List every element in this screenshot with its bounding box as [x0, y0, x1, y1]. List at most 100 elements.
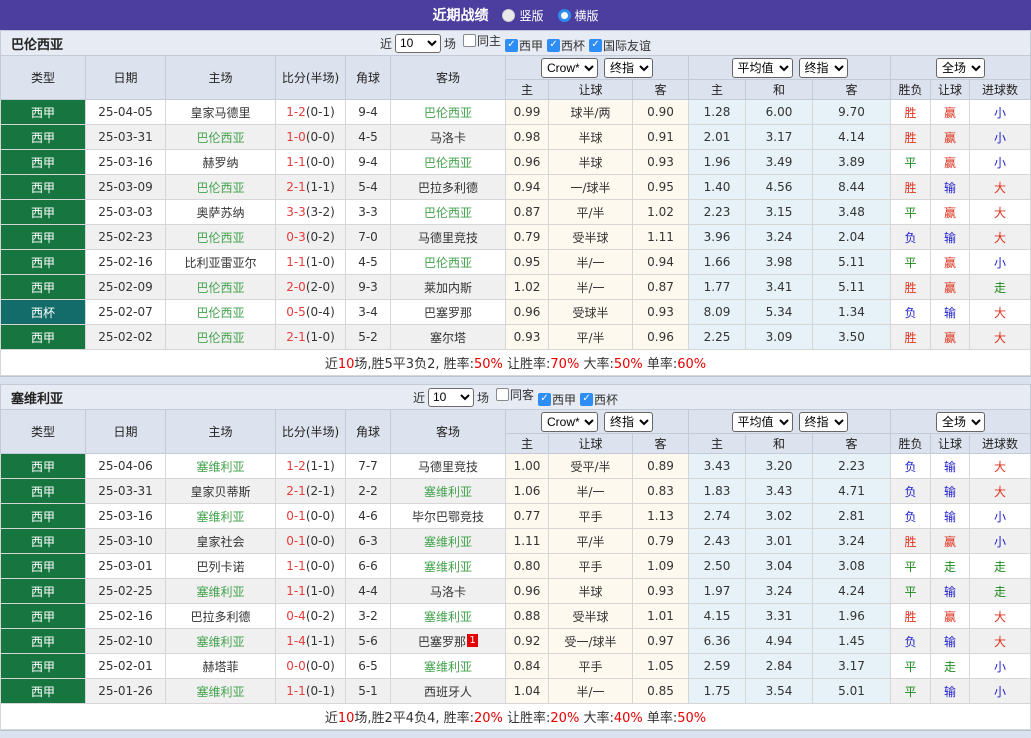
- radio-horizontal-layout[interactable]: 横版: [558, 7, 599, 24]
- crow-handicap-cell: 平手: [549, 504, 633, 529]
- home-team-cell: 皇家贝蒂斯: [166, 479, 276, 504]
- result-handicap-cell: 输: [931, 504, 970, 529]
- away-team-cell: 巴伦西亚: [391, 250, 506, 275]
- date-cell: 25-02-16: [86, 604, 166, 629]
- filter-checkbox-国际友谊[interactable]: ✓国际友谊: [589, 37, 651, 54]
- date-cell: 25-03-01: [86, 554, 166, 579]
- result-goals-cell: 小: [970, 679, 1031, 704]
- avg-home-odds-cell: 1.40: [689, 175, 746, 200]
- avg-draw-odds-cell: 3.54: [746, 679, 813, 704]
- average-stage-select[interactable]: 终指: [799, 58, 848, 78]
- checkbox-checked-icon[interactable]: ✓: [580, 393, 593, 406]
- result-handicap-cell: 输: [931, 629, 970, 654]
- away-team-cell: 毕尔巴鄂竞技: [391, 504, 506, 529]
- summary-segment: 20%: [550, 711, 579, 726]
- summary-text: 近10场,胜2平4负4, 胜率:20% 让胜率:20% 大率:40% 单率:50…: [325, 711, 706, 726]
- average-select[interactable]: 平均值: [732, 58, 793, 78]
- filter-checkbox-西杯[interactable]: ✓西杯: [580, 391, 618, 408]
- avg-away-odds-cell: 9.70: [813, 100, 891, 125]
- filter-checkbox-西甲[interactable]: ✓西甲: [505, 37, 543, 54]
- odds-stage-select[interactable]: 终指: [604, 58, 653, 78]
- avg-draw-odds-cell: 3.31: [746, 604, 813, 629]
- score-cell: 2-0(2-0): [276, 275, 346, 300]
- avg-home-odds-cell: 2.01: [689, 125, 746, 150]
- crow-handicap-cell: 半球: [549, 125, 633, 150]
- crow-home-odds-cell: 0.77: [506, 504, 549, 529]
- score-cell: 0-4(0-2): [276, 604, 346, 629]
- match-row: 西甲25-03-03奥萨苏纳3-3(3-2)3-3巴伦西亚0.87平/半1.02…: [1, 200, 1031, 225]
- crow-home-odds-cell: 0.88: [506, 604, 549, 629]
- result-handicap-cell: 走: [931, 654, 970, 679]
- filter-checkbox-西杯[interactable]: ✓西杯: [547, 37, 585, 54]
- fulltime-select[interactable]: 全场: [936, 58, 985, 78]
- avg-draw-odds-cell: 4.56: [746, 175, 813, 200]
- average-select[interactable]: 平均值: [732, 412, 793, 432]
- away-team-name: 巴塞罗那: [418, 635, 466, 649]
- fulltime-select[interactable]: 全场: [936, 412, 985, 432]
- checkbox-unchecked-icon[interactable]: [463, 34, 476, 47]
- checkbox-checked-icon[interactable]: ✓: [547, 39, 560, 52]
- odds-stage-select[interactable]: 终指: [604, 412, 653, 432]
- filter-checkbox-同客[interactable]: 同客: [496, 386, 534, 403]
- result-wdl-cell: 胜: [891, 325, 931, 350]
- crow-handicap-cell: 受半球: [549, 225, 633, 250]
- bookmaker-select[interactable]: Crow*: [541, 412, 598, 432]
- average-stage-select[interactable]: 终指: [799, 412, 848, 432]
- away-team-name: 西班牙人: [424, 685, 472, 699]
- summary-row: 近10场,胜2平4负4, 胜率:20% 让胜率:20% 大率:40% 单率:50…: [1, 704, 1031, 730]
- result-handicap-cell: 输: [931, 579, 970, 604]
- league-cell: 西甲: [1, 325, 86, 350]
- score-cell: 1-1(1-0): [276, 579, 346, 604]
- match-row: 西甲25-03-10皇家社会0-1(0-0)6-3塞维利亚1.11平/半0.79…: [1, 529, 1031, 554]
- corners-cell: 9-3: [346, 275, 391, 300]
- halftime-score: (0-0): [306, 509, 335, 523]
- crow-away-odds-cell: 1.02: [633, 200, 689, 225]
- away-team-name: 毕尔巴鄂竞技: [412, 510, 484, 524]
- crow-away-odds-cell: 0.97: [633, 629, 689, 654]
- sub-header-home-odds: 主: [506, 80, 549, 100]
- radio-vertical-layout[interactable]: 竖版: [502, 7, 543, 24]
- crow-home-odds-cell: 0.87: [506, 200, 549, 225]
- checkbox-unchecked-icon[interactable]: [496, 388, 509, 401]
- filter-checkbox-同主[interactable]: 同主: [463, 32, 501, 49]
- home-team-cell: 巴拉多利德: [166, 604, 276, 629]
- average-odds-group: 平均值 终指: [689, 410, 891, 434]
- crow-away-odds-cell: 0.85: [633, 679, 689, 704]
- bookmaker-select[interactable]: Crow*: [541, 58, 598, 78]
- fulltime-score: 2-1: [286, 330, 306, 344]
- avg-draw-odds-cell: 3.98: [746, 250, 813, 275]
- sub-header-asian: 让球: [931, 80, 970, 100]
- result-handicap-cell: 输: [931, 679, 970, 704]
- result-handicap-cell: 输: [931, 225, 970, 250]
- score-cell: 1-4(1-1): [276, 629, 346, 654]
- checkbox-checked-icon[interactable]: ✓: [589, 39, 602, 52]
- summary-segment: 60%: [677, 357, 706, 372]
- summary-segment: 让胜率:: [503, 357, 551, 372]
- radio-selected-icon[interactable]: [558, 9, 571, 22]
- result-wdl-cell: 负: [891, 629, 931, 654]
- filter-checkbox-西甲[interactable]: ✓西甲: [538, 391, 576, 408]
- crow-home-odds-cell: 0.96: [506, 579, 549, 604]
- recent-count-select[interactable]: 10: [395, 34, 441, 53]
- home-team-cell: 巴伦西亚: [166, 300, 276, 325]
- crow-handicap-cell: 球半/两: [549, 100, 633, 125]
- radio-unselected-icon[interactable]: [502, 9, 515, 22]
- col-header-corner: 角球: [346, 410, 391, 454]
- recent-count-select[interactable]: 10: [428, 388, 474, 407]
- team-recent-section-sevilla: 塞维利亚 近 10 场 同客✓西甲✓西杯 类型 日期 主场 比分(半场) 角球 …: [0, 384, 1031, 731]
- date-cell: 25-02-02: [86, 325, 166, 350]
- league-cell: 西甲: [1, 579, 86, 604]
- checkbox-checked-icon[interactable]: ✓: [538, 393, 551, 406]
- result-goals-cell: 小: [970, 150, 1031, 175]
- checkbox-checked-icon[interactable]: ✓: [505, 39, 518, 52]
- avg-away-odds-cell: 8.44: [813, 175, 891, 200]
- avg-away-odds-cell: 3.08: [813, 554, 891, 579]
- result-wdl-cell: 平: [891, 579, 931, 604]
- away-team-name: 巴拉多利德: [418, 181, 478, 195]
- home-team-cell: 塞维利亚: [166, 504, 276, 529]
- away-team-cell: 莱加内斯: [391, 275, 506, 300]
- match-row: 西甲25-03-31巴伦西亚1-0(0-0)4-5马洛卡0.98半球0.912.…: [1, 125, 1031, 150]
- avg-home-odds-cell: 4.15: [689, 604, 746, 629]
- summary-segment: 近: [325, 711, 338, 726]
- team-bar: 巴伦西亚 近 10 场 同主✓西甲✓西杯✓国际友谊: [0, 30, 1031, 55]
